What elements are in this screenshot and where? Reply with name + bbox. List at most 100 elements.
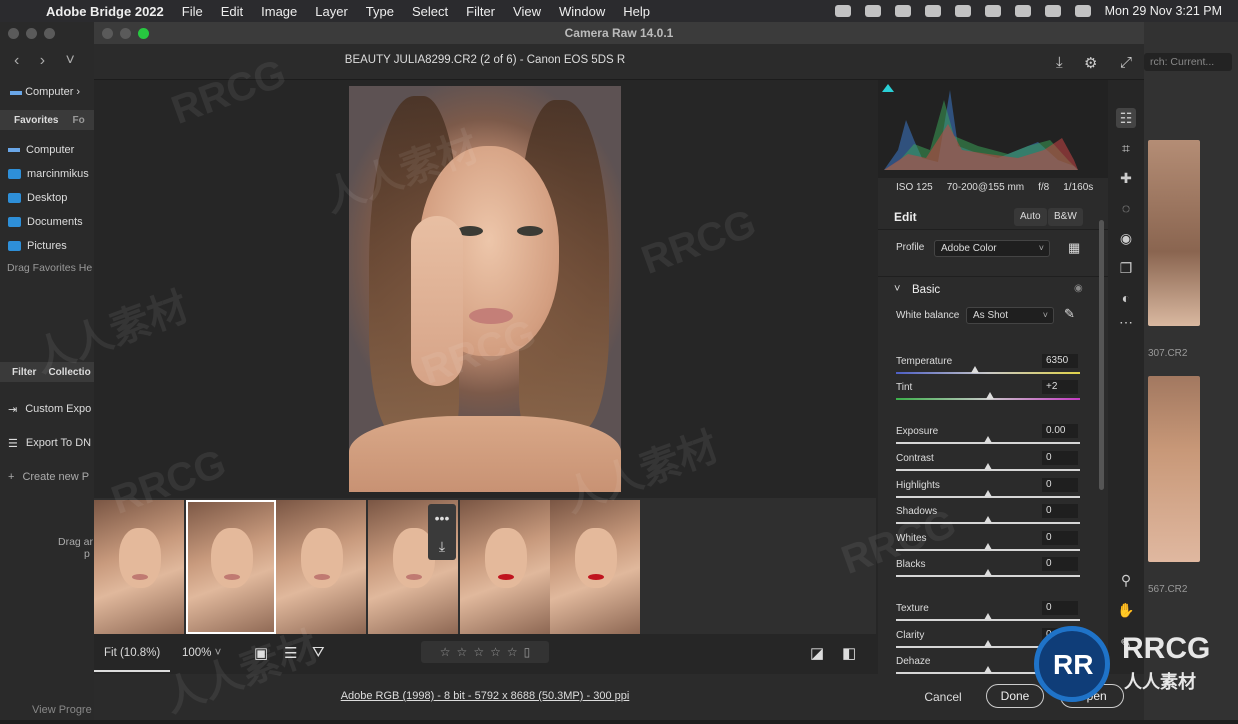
tab-filter[interactable]: Filter bbox=[12, 367, 36, 378]
hand-tool-icon[interactable]: ✋ bbox=[1116, 600, 1136, 620]
slider-knob[interactable] bbox=[985, 392, 994, 399]
creative-cloud-icon[interactable] bbox=[924, 5, 941, 17]
masking-icon[interactable]: ◌ bbox=[1116, 198, 1136, 218]
edit-sliders-icon[interactable]: ☷ bbox=[1116, 108, 1136, 128]
favorite-item[interactable]: Computer bbox=[0, 138, 94, 162]
menu-view[interactable]: View bbox=[513, 4, 541, 19]
minimize-dot[interactable] bbox=[120, 28, 131, 39]
panel-scrollbar[interactable] bbox=[1099, 220, 1104, 490]
menu-type[interactable]: Type bbox=[366, 4, 394, 19]
display-icon[interactable] bbox=[894, 5, 911, 17]
zoom-fit[interactable]: Fit (10.8%) bbox=[104, 647, 160, 659]
spotlight-icon[interactable] bbox=[1044, 5, 1061, 17]
white-balance-select[interactable]: As Shot ˅ bbox=[966, 307, 1054, 324]
slider-knob[interactable] bbox=[984, 543, 992, 550]
star-icon[interactable]: ☆ bbox=[490, 645, 501, 659]
portrait-photo[interactable] bbox=[349, 86, 621, 492]
zoom-tool-icon[interactable]: ⚲ bbox=[1116, 570, 1136, 590]
favorite-item[interactable]: Desktop bbox=[0, 186, 94, 210]
zoom-dot[interactable] bbox=[138, 28, 149, 39]
battery-icon[interactable] bbox=[984, 5, 1001, 17]
filmstrip-thumbnail[interactable] bbox=[186, 500, 276, 634]
filter-icon[interactable]: ⛛ bbox=[312, 644, 325, 661]
healing-icon[interactable]: ✚ bbox=[1116, 168, 1136, 188]
favorite-item[interactable]: Pictures bbox=[0, 234, 94, 258]
slider-value-input[interactable]: 0.00 bbox=[1042, 424, 1078, 438]
slider-temperature[interactable]: Temperature 6350 bbox=[896, 354, 1080, 382]
slider-highlights[interactable]: Highlights 0 bbox=[896, 478, 1080, 506]
settings-gear-icon[interactable]: ⚙ bbox=[1084, 54, 1097, 72]
fullscreen-icon[interactable]: ⤢ bbox=[1120, 54, 1132, 71]
bridge-nav-arrows[interactable]: ‹ › ˅ bbox=[14, 52, 83, 70]
tab-favorites[interactable]: Favorites bbox=[0, 115, 58, 126]
menu-filter[interactable]: Filter bbox=[466, 4, 495, 19]
filmstrip-thumbnail[interactable] bbox=[460, 500, 550, 634]
star-icon[interactable]: ☆ bbox=[440, 645, 451, 659]
keyboard-input-icon[interactable] bbox=[954, 5, 971, 17]
menu-help[interactable]: Help bbox=[623, 4, 650, 19]
dropbox-icon[interactable] bbox=[864, 5, 881, 17]
rating-stars[interactable]: ☆ ☆ ☆ ☆ ☆ ▯ bbox=[421, 641, 549, 663]
red-eye-icon[interactable]: ◉ bbox=[1116, 228, 1136, 248]
menu-select[interactable]: Select bbox=[412, 4, 448, 19]
filmstrip-thumbnail[interactable] bbox=[276, 500, 366, 634]
slider-knob[interactable] bbox=[971, 366, 980, 373]
slider-value-input[interactable]: 0 bbox=[1042, 478, 1078, 492]
star-icon[interactable]: ☆ bbox=[473, 645, 484, 659]
filmstrip-thumbnail[interactable] bbox=[94, 500, 184, 634]
before-after-toggle-icon[interactable]: ◪ bbox=[810, 644, 824, 662]
slider-value-input[interactable]: 0 bbox=[1042, 451, 1078, 465]
profile-browser-icon[interactable]: ▦ bbox=[1068, 240, 1080, 256]
wifi-icon[interactable] bbox=[1014, 5, 1031, 17]
slider-value-input[interactable]: 0 bbox=[1042, 504, 1078, 518]
compare-view-icon[interactable]: ◧ bbox=[842, 644, 856, 662]
more-tools-icon[interactable]: ⋯ bbox=[1116, 312, 1136, 332]
basic-section-header[interactable]: ˅ Basic ◉ bbox=[878, 276, 1108, 302]
slider-value-input[interactable]: +2 bbox=[1042, 380, 1078, 394]
bridge-thumbnail[interactable] bbox=[1148, 376, 1200, 562]
bridge-thumbnail[interactable] bbox=[1148, 140, 1200, 326]
slider-value-input[interactable]: 6350 bbox=[1042, 354, 1078, 368]
record-icon[interactable] bbox=[834, 5, 851, 17]
close-dot[interactable] bbox=[102, 28, 113, 39]
menu-window[interactable]: Window bbox=[559, 4, 605, 19]
auto-button[interactable]: Auto bbox=[1014, 208, 1047, 226]
collection-item[interactable]: ⇥ Custom Expo bbox=[0, 392, 94, 426]
slider-contrast[interactable]: Contrast 0 bbox=[896, 451, 1080, 479]
tab-folders[interactable]: Fo bbox=[58, 115, 84, 126]
view-progress-link[interactable]: View Progre bbox=[32, 704, 92, 716]
slider-blacks[interactable]: Blacks 0 bbox=[896, 557, 1080, 585]
workflow-options-link[interactable]: Adobe RGB (1998) - 8 bit - 5792 x 8688 (… bbox=[94, 690, 876, 702]
slider-value-input[interactable]: 0 bbox=[1042, 557, 1078, 571]
image-preview[interactable] bbox=[94, 80, 876, 498]
slider-exposure[interactable]: Exposure 0.00 bbox=[896, 424, 1080, 452]
slider-tint[interactable]: Tint +2 bbox=[896, 380, 1080, 408]
eyedropper-icon[interactable]: ✎ bbox=[1064, 306, 1075, 322]
save-thumb-icon[interactable]: ⤓ bbox=[428, 532, 456, 560]
bw-button[interactable]: B&W bbox=[1048, 208, 1083, 226]
app-name-menu[interactable]: Adobe Bridge 2022 bbox=[46, 4, 164, 19]
chevron-down-icon[interactable]: ˅ bbox=[894, 283, 900, 295]
slider-knob[interactable] bbox=[984, 640, 992, 647]
sort-icon[interactable]: ☰ bbox=[284, 644, 297, 662]
slider-shadows[interactable]: Shadows 0 bbox=[896, 504, 1080, 532]
menu-file[interactable]: File bbox=[182, 4, 203, 19]
slider-knob[interactable] bbox=[984, 666, 992, 673]
slider-value-input[interactable]: 0 bbox=[1042, 601, 1078, 615]
star-icon[interactable]: ☆ bbox=[507, 645, 518, 659]
trash-icon[interactable]: ▯ bbox=[524, 645, 531, 659]
star-icon[interactable]: ☆ bbox=[457, 645, 468, 659]
filmstrip-thumbnail[interactable] bbox=[550, 500, 640, 634]
menu-edit[interactable]: Edit bbox=[221, 4, 243, 19]
snapshots-icon[interactable]: ❐ bbox=[1116, 258, 1136, 278]
slider-knob[interactable] bbox=[984, 569, 992, 576]
bridge-path-bar[interactable]: Computer › bbox=[10, 86, 80, 98]
slider-knob[interactable] bbox=[984, 613, 992, 620]
filmstrip-display-icon[interactable]: ▣ bbox=[254, 644, 268, 662]
menu-image[interactable]: Image bbox=[261, 4, 297, 19]
bridge-search-input[interactable]: rch: Current... bbox=[1144, 53, 1232, 71]
slider-value-input[interactable]: 0 bbox=[1042, 531, 1078, 545]
slider-knob[interactable] bbox=[984, 490, 992, 497]
slider-knob[interactable] bbox=[984, 463, 992, 470]
acr-traffic-lights[interactable] bbox=[102, 28, 149, 39]
